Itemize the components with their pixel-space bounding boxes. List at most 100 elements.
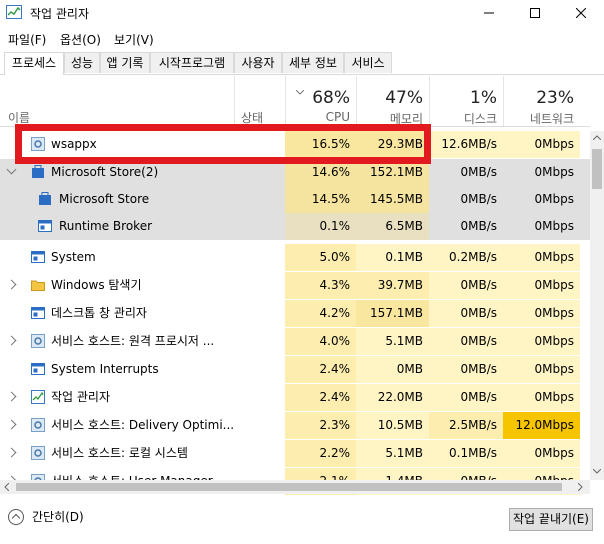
network-value: 0Mbps [503,131,580,158]
tab-app-history[interactable]: 앱 기록 [100,52,150,73]
expand-chevron-icon[interactable] [6,335,17,346]
memory-value: 157.1MB [356,300,429,327]
process-row-system[interactable]: System 5.0% 0.1MB 0.2MB/s 0Mbps [0,244,590,271]
expand-chevron-icon[interactable] [6,279,17,290]
cpu-value: 4.3% [285,272,356,299]
network-value: 0Mbps [503,356,580,383]
process-row-task-manager[interactable]: 작업 관리자 2.4% 22.0MB 0MB/s 0Mbps [0,384,590,411]
gear-icon [31,418,45,432]
disk-value: 0MB/s [429,159,503,186]
expand-chevron-icon[interactable] [6,391,17,402]
task-manager-icon [6,5,22,19]
process-row-system-interrupts[interactable]: System Interrupts 2.4% 0MB 0MB/s 0Mbps [0,356,590,383]
minimize-button[interactable] [466,0,512,26]
horizontal-scroll-thumb[interactable] [16,483,562,491]
fewer-details-button[interactable]: 간단히(D) [8,508,84,525]
tab-processes[interactable]: 프로세스 [4,52,64,75]
disk-value: 0MB/s [429,384,503,411]
column-network[interactable]: 23% 네트워크 [503,76,580,126]
maximize-icon [530,8,540,18]
process-row-desktop-window-manager[interactable]: 데스크톱 창 관리자 4.2% 157.1MB 0MB/s 0Mbps [0,300,590,327]
process-row-service-host-local-system[interactable]: 서비스 호스트: 로컬 시스템 2.2% 5.1MB 0.1MB/s 0Mbps [0,440,590,467]
tab-users[interactable]: 사용자 [234,52,282,73]
cpu-value: 4.2% [285,300,356,327]
network-value: 0Mbps [503,213,580,240]
process-name: Microsoft Store [59,192,150,206]
maximize-button[interactable] [512,0,558,26]
window-title: 작업 관리자 [30,7,90,21]
scroll-up-icon[interactable] [593,135,601,140]
network-value: 0Mbps [503,440,580,467]
memory-value: 10.5MB [356,412,429,439]
vertical-scrollbar[interactable] [590,131,604,480]
disk-value: 0MB/s [429,300,503,327]
network-total: 23% [536,88,574,108]
minimize-icon [484,12,494,14]
collapse-chevron-icon[interactable] [6,164,17,175]
horizontal-scrollbar[interactable] [0,480,590,494]
network-value: 12.0Mbps [503,412,580,439]
process-name: System Interrupts [51,362,159,376]
collapse-up-icon [8,508,24,525]
process-name: 작업 관리자 [51,390,111,404]
memory-value: 5.1MB [356,328,429,355]
process-name: Windows 탐색기 [51,278,142,292]
menu-file[interactable]: 파일(F) [8,31,46,48]
network-label: 네트워크 [529,112,574,126]
scroll-left-icon[interactable] [4,483,9,491]
network-value: 0Mbps [503,384,580,411]
process-row-windows-explorer[interactable]: Windows 탐색기 4.3% 39.7MB 0MB/s 0Mbps [0,272,590,299]
cpu-value: 2.3% [285,412,356,439]
disk-value: 0MB/s [429,328,503,355]
process-name: 서비스 호스트: Delivery Optimi... [51,418,235,432]
memory-value: 0MB [356,356,429,383]
disk-value: 0MB/s [429,213,503,240]
tab-services[interactable]: 서비스 [344,52,392,73]
disk-value: 0.1MB/s [429,440,503,467]
process-row-service-host-delivery[interactable]: 서비스 호스트: Delivery Optimi... 2.3% 10.5MB … [0,412,590,439]
window-icon [31,307,45,319]
memory-value: 22.0MB [356,384,429,411]
network-value: 0Mbps [503,186,580,213]
disk-value: 12.6MB/s [429,131,503,158]
window-icon [38,220,52,232]
column-disk[interactable]: 1% 디스크 [429,76,503,126]
gear-icon [31,446,45,460]
cpu-value: 2.2% [285,440,356,467]
tab-startup[interactable]: 시작프로그램 [150,52,234,73]
process-row-runtime-broker[interactable]: Runtime Broker 0.1% 6.5MB 0MB/s 0Mbps [0,213,590,240]
menu-view[interactable]: 보기(V) [114,31,154,48]
cpu-total: 68% [312,88,350,108]
process-row-microsoft-store[interactable]: Microsoft Store 14.5% 145.5MB 0MB/s 0Mbp… [0,186,590,213]
expand-chevron-icon[interactable] [6,447,17,458]
memory-value: 5.1MB [356,440,429,467]
process-row-service-host-rpc[interactable]: 서비스 호스트: 원격 프로시저 ... 4.0% 5.1MB 0MB/s 0M… [0,328,590,355]
cpu-value: 4.0% [285,328,356,355]
column-memory[interactable]: 47% 메모리 [356,76,429,126]
tab-details[interactable]: 세부 정보 [282,52,344,73]
cpu-value: 0.1% [285,213,356,240]
process-name: System [51,250,96,264]
window-icon [31,251,45,263]
column-cpu[interactable]: 68% CPU [285,76,356,126]
window-icon [31,363,45,375]
menu-options[interactable]: 옵션(O) [60,31,101,48]
network-value: 0Mbps [503,159,580,186]
vertical-scroll-thumb[interactable] [592,149,602,189]
memory-value: 0.1MB [356,244,429,271]
title-bar: 작업 관리자 [0,0,604,26]
tab-performance[interactable]: 성능 [64,52,100,73]
store-icon [32,165,44,178]
process-name: 서비스 호스트: 원격 프로시저 ... [51,334,215,348]
network-value: 0Mbps [503,244,580,271]
end-task-button[interactable]: 작업 끝내기(E) [509,508,593,531]
cpu-value: 2.4% [285,356,356,383]
expand-chevron-icon[interactable] [6,419,17,430]
close-button[interactable] [558,0,604,26]
cpu-value: 2.4% [285,384,356,411]
scroll-right-icon[interactable] [578,483,583,491]
menu-bar: 파일(F) 옵션(O) 보기(V) [0,28,604,48]
column-state-cell[interactable]: 상태 [234,76,285,126]
folder-icon [31,280,45,291]
scroll-down-icon[interactable] [593,469,601,474]
